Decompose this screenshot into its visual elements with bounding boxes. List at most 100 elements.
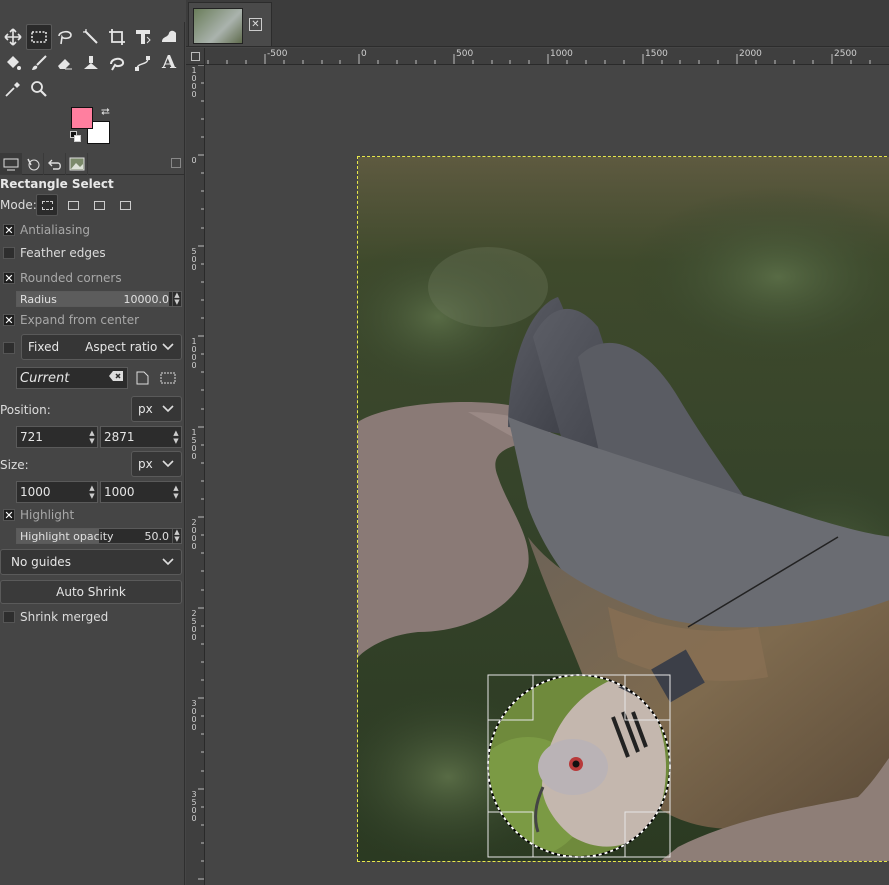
photo-layer[interactable] xyxy=(357,156,889,862)
expand-from-center-checkbox[interactable]: ✕ xyxy=(3,314,15,326)
radius-spinscale[interactable]: Radius 10000.0 ▲ ▼ xyxy=(16,291,182,307)
size-width-stepper-icon[interactable]: ▲ ▼ xyxy=(87,482,97,502)
feather-edges-checkbox[interactable] xyxy=(3,247,15,259)
fuzzy-select-tool-icon[interactable] xyxy=(78,24,104,50)
rect-select-tool-icon[interactable] xyxy=(26,24,52,50)
rounded-corners-row[interactable]: ✕ Rounded corners xyxy=(3,269,122,287)
bucket-fill-tool-icon[interactable] xyxy=(0,50,26,76)
unified-transform-tool-icon[interactable] xyxy=(130,24,156,50)
device-status-tab-icon[interactable] xyxy=(22,153,44,175)
swap-colors-icon[interactable]: ⮂ xyxy=(101,105,110,119)
guides-combo[interactable]: No guides xyxy=(0,549,182,575)
highlight-checkbox[interactable]: ✕ xyxy=(3,509,15,521)
default-colors-icon[interactable] xyxy=(70,131,82,143)
size-height-stepper-icon[interactable]: ▲ ▼ xyxy=(171,482,181,502)
color-picker-tool-icon[interactable] xyxy=(0,76,26,102)
chevron-down-icon xyxy=(161,340,175,354)
dock-tabbar xyxy=(0,153,185,175)
chevron-down-icon xyxy=(161,402,175,416)
free-select-tool-icon[interactable] xyxy=(52,24,78,50)
position-y-field[interactable]: 2871 ▲ ▼ xyxy=(100,426,182,448)
paintbrush-tool-icon[interactable] xyxy=(26,50,52,76)
size-unit-value: px xyxy=(138,457,153,471)
fixed-row xyxy=(3,339,20,357)
mode-add-icon[interactable] xyxy=(62,194,84,216)
horizontal-ruler-ticks xyxy=(207,54,871,64)
mode-intersect-icon[interactable] xyxy=(114,194,136,216)
close-icon[interactable]: ✕ xyxy=(249,18,262,31)
highlight-row[interactable]: ✕ Highlight xyxy=(3,506,74,524)
image-tab[interactable]: ✕ xyxy=(188,2,272,46)
radius-stepper-icon[interactable]: ▲ ▼ xyxy=(172,292,181,306)
antialiasing-label: Antialiasing xyxy=(20,223,91,237)
warp-transform-tool-icon[interactable] xyxy=(156,24,182,50)
antialiasing-checkbox[interactable]: ✕ xyxy=(3,224,15,236)
auto-shrink-button[interactable]: Auto Shrink xyxy=(0,580,182,604)
position-y-stepper-icon[interactable]: ▲ ▼ xyxy=(171,427,181,447)
text-tool-icon[interactable]: A xyxy=(156,50,182,76)
hruler-label: 1500 xyxy=(645,49,668,59)
fixed-checkbox[interactable] xyxy=(3,342,15,354)
preset-field[interactable]: Current xyxy=(16,367,128,389)
toolbox: A xyxy=(0,24,185,102)
highlight-opacity-value: 50.0 xyxy=(144,529,170,543)
rounded-corners-label: Rounded corners xyxy=(20,271,122,285)
gimp-window: A ⮂ Rectangle Select Mode: ✕ Antialiasin… xyxy=(0,0,889,885)
highlight-opacity-spinscale[interactable]: Highlight opacity 50.0 ▲ ▼ xyxy=(16,528,182,544)
eraser-tool-icon[interactable] xyxy=(52,50,78,76)
smudge-tool-icon[interactable] xyxy=(104,50,130,76)
vertical-ruler-ticks xyxy=(198,65,204,880)
feather-edges-label: Feather edges xyxy=(20,246,106,260)
rounded-corners-checkbox[interactable]: ✕ xyxy=(3,272,15,284)
mode-replace-icon[interactable] xyxy=(36,194,58,216)
position-x-field[interactable]: 721 ▲ ▼ xyxy=(16,426,98,448)
new-preset-icon[interactable] xyxy=(136,371,149,388)
size-unit-combo[interactable]: px xyxy=(131,451,182,477)
highlight-opacity-stepper-icon[interactable]: ▲ ▼ xyxy=(172,529,181,543)
move-tool-icon[interactable] xyxy=(0,24,26,50)
fixed-combo[interactable]: Fixed Aspect ratio xyxy=(21,334,182,360)
image-canvas[interactable] xyxy=(205,65,889,885)
shrink-merged-checkbox[interactable] xyxy=(3,611,15,623)
position-x-stepper-icon[interactable]: ▲ ▼ xyxy=(87,427,97,447)
undo-history-tab-icon[interactable] xyxy=(44,153,66,175)
images-tab-icon[interactable] xyxy=(66,153,88,175)
hruler-label: 500 xyxy=(456,49,474,59)
mode-subtract-icon[interactable] xyxy=(88,194,110,216)
feather-edges-row[interactable]: Feather edges xyxy=(3,244,106,262)
image-window: ✕ -500 0 500 1000 1500 2000 2500 1 0 0 0… xyxy=(186,0,889,885)
zoom-tool-icon[interactable] xyxy=(26,76,52,102)
crop-tool-icon[interactable] xyxy=(104,24,130,50)
position-unit-combo[interactable]: px xyxy=(131,396,182,422)
highlight-label: Highlight xyxy=(20,508,75,522)
antialiasing-row[interactable]: ✕ Antialiasing xyxy=(3,221,90,239)
vruler-label: 1500 xyxy=(191,428,197,461)
clear-entry-icon[interactable] xyxy=(108,370,124,386)
foreground-color-swatch[interactable] xyxy=(71,107,93,129)
mode-label: Mode: xyxy=(0,198,37,212)
horizontal-ruler[interactable]: -500 0 500 1000 1500 2000 2500 xyxy=(205,48,889,65)
vertical-ruler[interactable]: 1000 0 500 1000 1500 2000 2500 3000 3500 xyxy=(186,65,205,885)
preset-value: Current xyxy=(20,370,70,386)
vruler-label: 1000 xyxy=(191,66,197,99)
hruler-label: 0 xyxy=(361,49,367,59)
color-swatches: ⮂ xyxy=(68,105,114,145)
fixed-label: Fixed xyxy=(28,340,60,354)
size-width-value: 1000 xyxy=(20,485,51,499)
image-thumbnail xyxy=(193,8,243,44)
clone-tool-icon[interactable] xyxy=(78,50,104,76)
guides-value: No guides xyxy=(11,555,71,569)
expand-from-center-row[interactable]: ✕ Expand from center xyxy=(3,311,139,329)
tool-options-tab-icon[interactable] xyxy=(0,153,22,175)
radius-label: Radius xyxy=(20,292,57,306)
hruler-label: 2000 xyxy=(739,49,762,59)
paths-tool-icon[interactable] xyxy=(130,50,156,76)
shrink-merged-row[interactable]: Shrink merged xyxy=(3,608,108,626)
vruler-label: 1000 xyxy=(191,337,197,370)
dock-menu-icon[interactable] xyxy=(171,158,181,168)
preset-menu-icon[interactable] xyxy=(160,371,176,388)
quick-mask-corner-icon[interactable] xyxy=(186,48,205,65)
vruler-label: 2500 xyxy=(191,609,197,642)
size-height-field[interactable]: 1000 ▲ ▼ xyxy=(100,481,182,503)
size-width-field[interactable]: 1000 ▲ ▼ xyxy=(16,481,98,503)
